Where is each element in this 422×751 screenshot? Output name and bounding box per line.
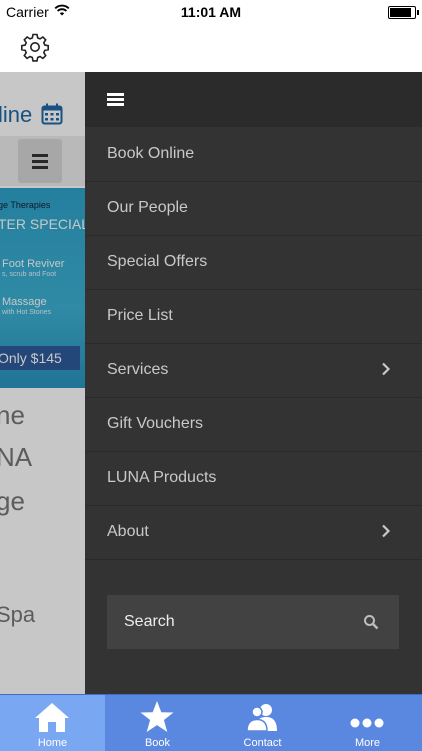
menu-item-label: Special Offers bbox=[107, 253, 208, 270]
menu-item-label: Our People bbox=[107, 199, 188, 216]
settings-gear-icon[interactable] bbox=[20, 32, 50, 62]
dim-overlay[interactable] bbox=[0, 72, 85, 694]
chevron-right-icon bbox=[382, 362, 391, 376]
tab-label: More bbox=[354, 737, 381, 749]
tab-contact[interactable]: Contact bbox=[210, 695, 315, 751]
drawer-menu: Book Online Our People Special Offers Pr… bbox=[85, 128, 422, 560]
more-icon bbox=[350, 718, 384, 728]
tab-more[interactable]: More bbox=[315, 695, 420, 751]
search-placeholder: Search bbox=[124, 613, 175, 630]
hamburger-menu-icon[interactable] bbox=[107, 93, 124, 107]
navigation-drawer: Book Online Our People Special Offers Pr… bbox=[85, 72, 422, 694]
menu-item-label: Book Online bbox=[107, 145, 195, 162]
tab-book[interactable]: Book bbox=[105, 695, 210, 751]
menu-item-our-people[interactable]: Our People bbox=[85, 182, 422, 236]
search-icon[interactable] bbox=[363, 614, 379, 630]
menu-item-luna-products[interactable]: LUNA Products bbox=[85, 452, 422, 506]
star-icon bbox=[140, 701, 174, 732]
menu-item-label: Price List bbox=[107, 307, 173, 324]
menu-item-services[interactable]: Services bbox=[85, 344, 422, 398]
battery-icon bbox=[388, 6, 419, 19]
menu-item-price-list[interactable]: Price List bbox=[85, 290, 422, 344]
menu-item-special-offers[interactable]: Special Offers bbox=[85, 236, 422, 290]
chevron-right-icon bbox=[382, 524, 391, 538]
menu-item-about[interactable]: About bbox=[85, 506, 422, 560]
tab-home[interactable]: Home bbox=[0, 695, 105, 751]
menu-item-book-online[interactable]: Book Online bbox=[85, 128, 422, 182]
menu-item-label: Services bbox=[107, 361, 169, 378]
underlying-page: line ge Therapies TER SPECIAL Foot Reviv… bbox=[0, 72, 85, 694]
tab-label: Home bbox=[37, 737, 68, 749]
menu-item-label: Gift Vouchers bbox=[107, 415, 204, 432]
menu-item-label: LUNA Products bbox=[107, 469, 217, 486]
status-bar: Carrier 11:01 AM bbox=[0, 0, 422, 24]
clock: 11:01 AM bbox=[180, 4, 242, 20]
top-bar bbox=[0, 24, 422, 72]
menu-item-gift-vouchers[interactable]: Gift Vouchers bbox=[85, 398, 422, 452]
menu-item-label: About bbox=[107, 523, 149, 540]
tab-bar: Home Book Contact More bbox=[0, 694, 422, 751]
tab-label: Book bbox=[144, 737, 171, 749]
battery-fill bbox=[390, 8, 411, 17]
people-icon bbox=[246, 704, 277, 732]
home-icon bbox=[35, 703, 69, 732]
drawer-header bbox=[85, 72, 422, 127]
tab-label: Contact bbox=[243, 737, 282, 749]
search-field[interactable]: Search bbox=[107, 595, 399, 649]
